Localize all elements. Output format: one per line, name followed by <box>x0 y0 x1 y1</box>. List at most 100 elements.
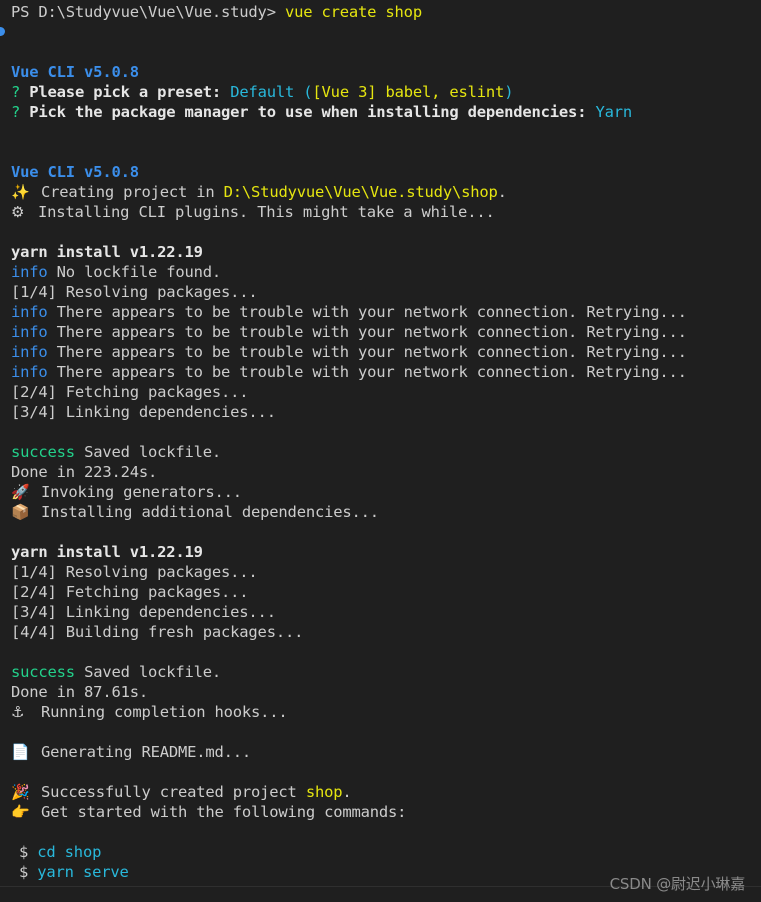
done-text: Done in 87.61s. <box>11 683 148 701</box>
pointing-hand-icon: 👉 <box>11 803 30 821</box>
done-line: Done in 87.61s. <box>0 682 761 702</box>
cli-header: Vue CLI v5.0.8 <box>0 162 761 182</box>
prompt-line: PS D:\Studyvue\Vue\Vue.study> vue create… <box>0 2 761 22</box>
question-mark: ? <box>11 103 21 121</box>
info-tag: info <box>11 323 48 341</box>
dollar-sign: $ <box>19 843 29 861</box>
success-created-line: 🎉 Successfully created project shop. <box>0 782 761 802</box>
info-message: There appears to be trouble with your ne… <box>56 343 687 361</box>
info-line: info There appears to be trouble with yo… <box>0 362 761 382</box>
creating-dot: . <box>497 183 507 201</box>
done-line: Done in 223.24s. <box>0 462 761 482</box>
yarn-header-text: yarn install v1.22.19 <box>11 543 203 561</box>
yarn-step: [4/4] Building fresh packages... <box>0 622 761 642</box>
gear-icon: ⚙ <box>11 203 25 221</box>
invoking-text: Invoking generators... <box>41 483 242 501</box>
package-manager-value: Yarn <box>595 103 632 121</box>
command-text: cd shop <box>37 843 102 861</box>
cli-version-label: Vue CLI v5.0.8 <box>11 163 139 181</box>
rocket-icon: 🚀 <box>11 483 30 501</box>
get-started-text: Get started with the following commands: <box>41 803 407 821</box>
yarn-header: yarn install v1.22.19 <box>0 242 761 262</box>
installing-additional-line: 📦 Installing additional dependencies... <box>0 502 761 522</box>
info-tag: info <box>11 343 48 361</box>
package-manager-label: Pick the package manager to use when ins… <box>29 103 587 121</box>
party-popper-icon: 🎉 <box>11 783 30 801</box>
success-message: Saved lockfile. <box>84 663 222 681</box>
info-line: info There appears to be trouble with yo… <box>0 322 761 342</box>
preset-line: ? Please pick a preset: Default ([Vue 3]… <box>0 82 761 102</box>
preset-value: [Vue 3] babel, eslint <box>312 83 505 101</box>
info-line: info No lockfile found. <box>0 262 761 282</box>
dollar-sign: $ <box>19 863 29 881</box>
success-created-text: Successfully created project <box>41 783 297 801</box>
yarn-step: [2/4] Fetching packages... <box>0 582 761 602</box>
cli-header: Vue CLI v5.0.8 <box>0 62 761 82</box>
info-tag: info <box>11 363 48 381</box>
info-tag: info <box>11 263 48 281</box>
yarn-step-text: [1/4] Resolving packages... <box>11 283 258 301</box>
package-icon: 📦 <box>11 503 30 521</box>
info-line: info There appears to be trouble with yo… <box>0 302 761 322</box>
yarn-header: yarn install v1.22.19 <box>0 542 761 562</box>
anchor-icon: ⚓ <box>11 703 25 721</box>
yarn-step-text: [2/4] Fetching packages... <box>11 383 249 401</box>
hooks-text: Running completion hooks... <box>41 703 288 721</box>
document-icon: 📄 <box>11 743 30 761</box>
sparkles-icon: ✨ <box>11 183 30 201</box>
info-message: There appears to be trouble with your ne… <box>56 363 687 381</box>
done-text: Done in 223.24s. <box>11 463 158 481</box>
command-text: yarn serve <box>37 863 129 881</box>
yarn-step-text: [3/4] Linking dependencies... <box>11 403 276 421</box>
success-line: success Saved lockfile. <box>0 662 761 682</box>
preset-label: Please pick a preset: <box>29 83 222 101</box>
success-message: Saved lockfile. <box>84 443 222 461</box>
installing-plugins-text: Installing CLI plugins. This might take … <box>38 203 495 221</box>
success-tag: success <box>11 663 75 681</box>
info-message: There appears to be trouble with your ne… <box>56 303 687 321</box>
installing-plugins-line: ⚙ Installing CLI plugins. This might take… <box>0 202 761 222</box>
readme-text: Generating README.md... <box>41 743 252 761</box>
cli-version-label: Vue CLI v5.0.8 <box>11 63 139 81</box>
yarn-step-text: [1/4] Resolving packages... <box>11 563 258 581</box>
project-name: shop <box>305 783 343 801</box>
readme-line: 📄 Generating README.md... <box>0 742 761 762</box>
creating-text: Creating project in <box>41 183 215 201</box>
command-line: $ cd shop <box>0 842 761 862</box>
success-tag: success <box>11 443 75 461</box>
yarn-step: [2/4] Fetching packages... <box>0 382 761 402</box>
yarn-step: [3/4] Linking dependencies... <box>0 402 761 422</box>
question-mark: ? <box>11 83 21 101</box>
yarn-step: [1/4] Resolving packages... <box>0 562 761 582</box>
prompt-path: PS D:\Studyvue\Vue\Vue.study> <box>11 3 276 21</box>
info-line: info There appears to be trouble with yo… <box>0 342 761 362</box>
yarn-step: [1/4] Resolving packages... <box>0 282 761 302</box>
success-line: success Saved lockfile. <box>0 442 761 462</box>
yarn-step-text: [3/4] Linking dependencies... <box>11 603 276 621</box>
info-message: No lockfile found. <box>56 263 222 281</box>
preset-paren-close: ) <box>504 83 514 101</box>
yarn-step: [3/4] Linking dependencies... <box>0 602 761 622</box>
info-message: There appears to be trouble with your ne… <box>56 323 687 341</box>
success-dot: . <box>342 783 352 801</box>
yarn-step-text: [2/4] Fetching packages... <box>11 583 249 601</box>
creating-path: D:\Studyvue\Vue\Vue.study\shop <box>223 183 498 201</box>
preset-default: Default <box>230 83 295 101</box>
get-started-line: 👉 Get started with the following commands… <box>0 802 761 822</box>
creating-line: ✨ Creating project in D:\Studyvue\Vue\Vue… <box>0 182 761 202</box>
terminal-output[interactable]: PS D:\Studyvue\Vue\Vue.study> vue create… <box>0 2 761 887</box>
watermark: CSDN @尉迟小琳嘉 <box>609 875 746 893</box>
yarn-step-text: [4/4] Building fresh packages... <box>11 623 304 641</box>
package-manager-line: ? Pick the package manager to use when i… <box>0 102 761 122</box>
hooks-line: ⚓ Running completion hooks... <box>0 702 761 722</box>
yarn-header-text: yarn install v1.22.19 <box>11 243 203 261</box>
